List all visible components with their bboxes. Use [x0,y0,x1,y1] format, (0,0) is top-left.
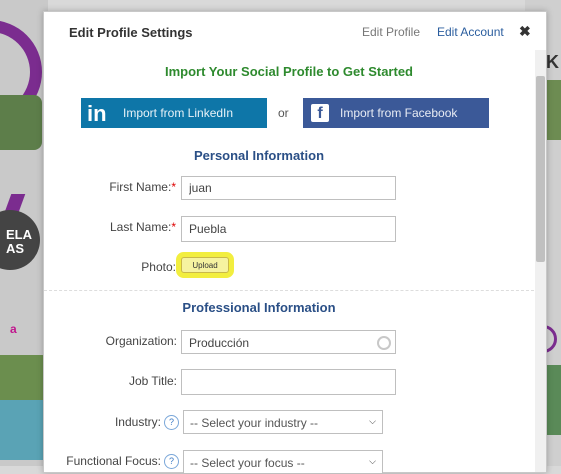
last-name-label: Last Name:* [74,220,176,234]
background-image [0,400,48,460]
background-logo-text: K [546,52,559,72]
last-name-label-text: Last Name: [109,220,172,234]
functional-focus-select[interactable]: -- Select your focus -- ⌵ [183,450,383,474]
professional-information-heading: Professional Information [182,300,336,315]
help-icon[interactable]: ? [164,415,179,431]
edit-account-link[interactable]: Edit Account [437,25,504,39]
help-icon[interactable]: ? [164,454,179,470]
organization-value: Producción [189,336,250,350]
close-icon[interactable]: ✖ [519,23,531,40]
photo-label: Photo: [141,260,176,274]
organization-field[interactable]: Producción [181,330,396,354]
scrollbar-thumb[interactable] [536,76,545,262]
industry-label-text: Industry: [114,415,161,429]
personal-information-heading: Personal Information [193,148,325,163]
modal-scrollbar[interactable] [535,50,546,472]
first-name-label-text: First Name: [109,180,172,194]
job-title-label: Job Title: [128,374,177,388]
first-name-field[interactable] [181,176,396,200]
chevron-down-icon: ⌵ [369,456,376,466]
import-linkedin-label: Import from LinkedIn [123,106,234,120]
first-name-label: First Name:* [74,180,176,194]
background-image [0,95,42,150]
or-separator: or [278,106,289,120]
chevron-down-icon: ⌵ [369,416,376,426]
edit-profile-link[interactable]: Edit Profile [362,25,420,39]
import-heading: Import Your Social Profile to Get Starte… [164,64,413,79]
modal-title: Edit Profile Settings [69,25,193,40]
edit-profile-modal: Edit Profile Settings Edit Profile Edit … [43,11,547,474]
organization-label: Organization: [105,334,177,348]
job-title-field[interactable] [181,369,396,395]
industry-label: Industry:? [64,415,179,431]
last-name-field[interactable] [181,216,396,242]
import-facebook-button[interactable]: f Import from Facebook [303,98,489,128]
modal-header: Edit Profile Settings Edit Profile Edit … [44,12,534,50]
facebook-icon: f [311,104,329,122]
functional-focus-label: Functional Focus:? [49,454,179,470]
background-logo-text: ELA AS [6,227,32,256]
required-mark: * [171,180,176,194]
import-linkedin-button[interactable]: in Import from LinkedIn [81,98,267,128]
functional-focus-selected: -- Select your focus -- [190,456,305,470]
import-facebook-label: Import from Facebook [340,106,458,120]
industry-select[interactable]: -- Select your industry -- ⌵ [183,410,383,434]
industry-selected: -- Select your industry -- [190,416,319,430]
linkedin-icon: in [87,101,107,126]
upload-photo-button[interactable]: Upload [181,257,229,273]
background-text: a [10,322,17,336]
required-mark: * [171,220,176,234]
loading-icon [377,336,391,350]
section-divider [44,290,534,291]
